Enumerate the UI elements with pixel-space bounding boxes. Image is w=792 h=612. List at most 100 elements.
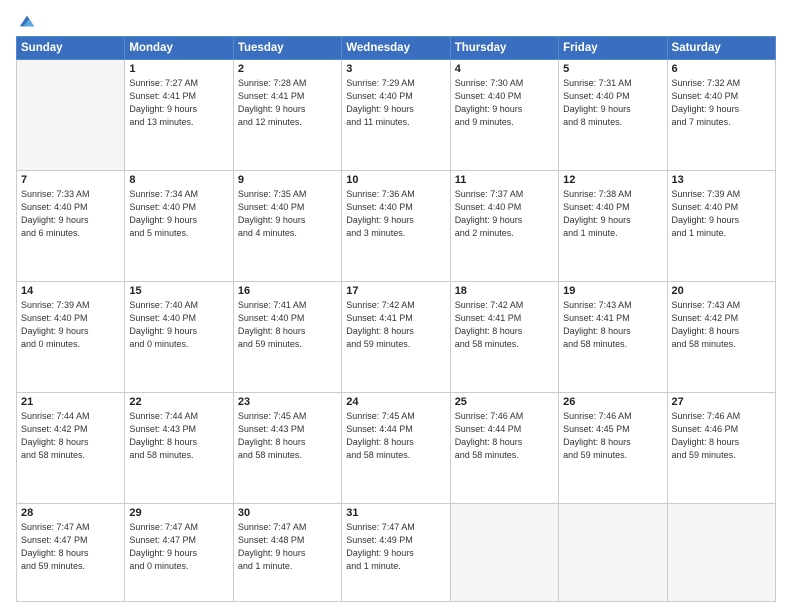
calendar-cell: 15Sunrise: 7:40 AM Sunset: 4:40 PM Dayli… <box>125 281 233 392</box>
day-info: Sunrise: 7:37 AM Sunset: 4:40 PM Dayligh… <box>455 188 554 240</box>
day-number: 24 <box>346 396 445 408</box>
day-info: Sunrise: 7:31 AM Sunset: 4:40 PM Dayligh… <box>563 77 662 129</box>
day-number: 4 <box>455 63 554 75</box>
day-info: Sunrise: 7:30 AM Sunset: 4:40 PM Dayligh… <box>455 77 554 129</box>
day-number: 25 <box>455 396 554 408</box>
weekday-header-tuesday: Tuesday <box>233 37 341 60</box>
calendar-cell: 9 Sunrise: 7:35 AM Sunset: 4:40 PM Daylig… <box>233 170 341 281</box>
day-number: 22 <box>129 396 228 408</box>
day-number: 3 <box>346 63 445 75</box>
day-number: 1 <box>129 63 228 75</box>
calendar-cell: 26 Sunrise: 7:46 AM Sunset: 4:45 PM Dayli… <box>559 392 667 503</box>
day-info: Sunrise: 7:46 AM Sunset: 4:46 PM Dayligh… <box>672 410 771 462</box>
calendar-cell: 7 Sunrise: 7:33 AM Sunset: 4:40 PM Daylig… <box>17 170 125 281</box>
day-number: 19 <box>563 285 662 297</box>
day-info: Sunrise: 7:47 AM Sunset: 4:47 PM Dayligh… <box>129 521 228 573</box>
calendar-cell: 24 Sunrise: 7:45 AM Sunset: 4:44 PM Dayli… <box>342 392 450 503</box>
calendar-cell: 23 Sunrise: 7:45 AM Sunset: 4:43 PM Dayli… <box>233 392 341 503</box>
day-info: Sunrise: 7:35 AM Sunset: 4:40 PM Dayligh… <box>238 188 337 240</box>
day-info: Sunrise: 7:38 AM Sunset: 4:40 PM Dayligh… <box>563 188 662 240</box>
day-info: Sunrise: 7:46 AM Sunset: 4:44 PM Dayligh… <box>455 410 554 462</box>
day-info: Sunrise: 7:34 AM Sunset: 4:40 PM Dayligh… <box>129 188 228 240</box>
day-info: Sunrise: 7:47 AM Sunset: 4:48 PM Dayligh… <box>238 521 337 573</box>
calendar-cell <box>667 503 775 601</box>
day-info: Sunrise: 7:29 AM Sunset: 4:40 PM Dayligh… <box>346 77 445 129</box>
logo-icon <box>18 12 36 30</box>
day-number: 17 <box>346 285 445 297</box>
day-info: Sunrise: 7:42 AM Sunset: 4:41 PM Dayligh… <box>346 299 445 351</box>
day-number: 15 <box>129 285 228 297</box>
weekday-header-wednesday: Wednesday <box>342 37 450 60</box>
calendar-cell: 29 Sunrise: 7:47 AM Sunset: 4:47 PM Dayli… <box>125 503 233 601</box>
header <box>16 12 776 30</box>
calendar-cell: 3 Sunrise: 7:29 AM Sunset: 4:40 PM Daylig… <box>342 60 450 171</box>
weekday-header-saturday: Saturday <box>667 37 775 60</box>
day-info: Sunrise: 7:33 AM Sunset: 4:40 PM Dayligh… <box>21 188 120 240</box>
day-number: 14 <box>21 285 120 297</box>
day-number: 5 <box>563 63 662 75</box>
calendar-week-row: 21 Sunrise: 7:44 AM Sunset: 4:42 PM Dayli… <box>17 392 776 503</box>
day-number: 7 <box>21 174 120 186</box>
day-info: Sunrise: 7:28 AM Sunset: 4:41 PM Dayligh… <box>238 77 337 129</box>
day-number: 18 <box>455 285 554 297</box>
day-info: Sunrise: 7:46 AM Sunset: 4:45 PM Dayligh… <box>563 410 662 462</box>
calendar-cell: 21 Sunrise: 7:44 AM Sunset: 4:42 PM Dayli… <box>17 392 125 503</box>
day-info: Sunrise: 7:43 AM Sunset: 4:42 PM Dayligh… <box>672 299 771 351</box>
calendar-week-row: 7 Sunrise: 7:33 AM Sunset: 4:40 PM Daylig… <box>17 170 776 281</box>
weekday-header-sunday: Sunday <box>17 37 125 60</box>
day-number: 29 <box>129 507 228 519</box>
day-info: Sunrise: 7:36 AM Sunset: 4:40 PM Dayligh… <box>346 188 445 240</box>
calendar-cell: 4 Sunrise: 7:30 AM Sunset: 4:40 PM Daylig… <box>450 60 558 171</box>
calendar-cell: 31 Sunrise: 7:47 AM Sunset: 4:49 PM Dayli… <box>342 503 450 601</box>
day-info: Sunrise: 7:44 AM Sunset: 4:42 PM Dayligh… <box>21 410 120 462</box>
weekday-header-friday: Friday <box>559 37 667 60</box>
day-number: 27 <box>672 396 771 408</box>
weekday-header-thursday: Thursday <box>450 37 558 60</box>
calendar-cell: 18Sunrise: 7:42 AM Sunset: 4:41 PM Dayli… <box>450 281 558 392</box>
calendar-cell: 27 Sunrise: 7:46 AM Sunset: 4:46 PM Dayli… <box>667 392 775 503</box>
day-info: Sunrise: 7:39 AM Sunset: 4:40 PM Dayligh… <box>672 188 771 240</box>
day-info: Sunrise: 7:45 AM Sunset: 4:44 PM Dayligh… <box>346 410 445 462</box>
calendar-cell: 5 Sunrise: 7:31 AM Sunset: 4:40 PM Daylig… <box>559 60 667 171</box>
calendar-cell <box>17 60 125 171</box>
day-info: Sunrise: 7:32 AM Sunset: 4:40 PM Dayligh… <box>672 77 771 129</box>
calendar-cell: 14 Sunrise: 7:39 AM Sunset: 4:40 PM Dayli… <box>17 281 125 392</box>
day-number: 8 <box>129 174 228 186</box>
page: SundayMondayTuesdayWednesdayThursdayFrid… <box>0 0 792 612</box>
calendar-cell: 1 Sunrise: 7:27 AM Sunset: 4:41 PM Daylig… <box>125 60 233 171</box>
calendar-cell: 13 Sunrise: 7:39 AM Sunset: 4:40 PM Dayli… <box>667 170 775 281</box>
day-number: 10 <box>346 174 445 186</box>
weekday-header-row: SundayMondayTuesdayWednesdayThursdayFrid… <box>17 37 776 60</box>
calendar-week-row: 14 Sunrise: 7:39 AM Sunset: 4:40 PM Dayli… <box>17 281 776 392</box>
day-number: 31 <box>346 507 445 519</box>
day-info: Sunrise: 7:45 AM Sunset: 4:43 PM Dayligh… <box>238 410 337 462</box>
day-info: Sunrise: 7:43 AM Sunset: 4:41 PM Dayligh… <box>563 299 662 351</box>
day-info: Sunrise: 7:47 AM Sunset: 4:49 PM Dayligh… <box>346 521 445 573</box>
calendar-cell: 2Sunrise: 7:28 AM Sunset: 4:41 PM Daylig… <box>233 60 341 171</box>
calendar-week-row: 28 Sunrise: 7:47 AM Sunset: 4:47 PM Dayli… <box>17 503 776 601</box>
calendar-cell: 16Sunrise: 7:41 AM Sunset: 4:40 PM Dayli… <box>233 281 341 392</box>
day-number: 21 <box>21 396 120 408</box>
calendar-cell: 6 Sunrise: 7:32 AM Sunset: 4:40 PM Daylig… <box>667 60 775 171</box>
day-number: 30 <box>238 507 337 519</box>
day-info: Sunrise: 7:27 AM Sunset: 4:41 PM Dayligh… <box>129 77 228 129</box>
calendar-week-row: 1 Sunrise: 7:27 AM Sunset: 4:41 PM Daylig… <box>17 60 776 171</box>
day-info: Sunrise: 7:39 AM Sunset: 4:40 PM Dayligh… <box>21 299 120 351</box>
day-number: 28 <box>21 507 120 519</box>
logo <box>16 16 36 30</box>
calendar-cell: 12Sunrise: 7:38 AM Sunset: 4:40 PM Dayli… <box>559 170 667 281</box>
calendar-cell: 30 Sunrise: 7:47 AM Sunset: 4:48 PM Dayli… <box>233 503 341 601</box>
day-number: 26 <box>563 396 662 408</box>
calendar-cell: 22 Sunrise: 7:44 AM Sunset: 4:43 PM Dayli… <box>125 392 233 503</box>
day-number: 9 <box>238 174 337 186</box>
day-number: 13 <box>672 174 771 186</box>
calendar-cell: 19 Sunrise: 7:43 AM Sunset: 4:41 PM Dayli… <box>559 281 667 392</box>
calendar-cell: 10 Sunrise: 7:36 AM Sunset: 4:40 PM Dayli… <box>342 170 450 281</box>
calendar-cell: 17 Sunrise: 7:42 AM Sunset: 4:41 PM Dayli… <box>342 281 450 392</box>
day-number: 23 <box>238 396 337 408</box>
calendar-cell: 11Sunrise: 7:37 AM Sunset: 4:40 PM Dayli… <box>450 170 558 281</box>
calendar-table: SundayMondayTuesdayWednesdayThursdayFrid… <box>16 36 776 602</box>
day-info: Sunrise: 7:41 AM Sunset: 4:40 PM Dayligh… <box>238 299 337 351</box>
day-number: 6 <box>672 63 771 75</box>
day-info: Sunrise: 7:44 AM Sunset: 4:43 PM Dayligh… <box>129 410 228 462</box>
